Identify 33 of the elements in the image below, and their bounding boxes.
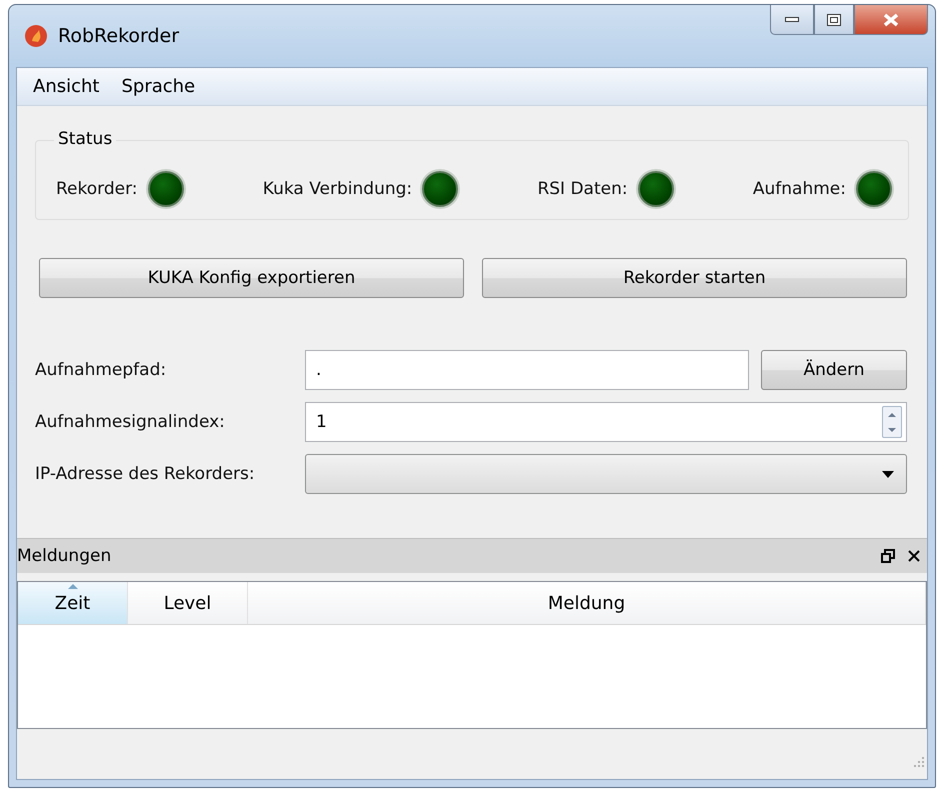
float-icon[interactable] [881,549,895,563]
action-button[interactable]: Rekorder starten [482,258,907,298]
resize-grip-icon[interactable] [914,757,924,767]
maximize-icon [827,14,841,26]
dock-title: Meldungen [17,546,112,566]
column-header[interactable]: Zeit [18,582,128,624]
dropdown-arrow-icon [882,470,894,478]
window-title: RobRekorder [58,25,180,47]
app-icon [24,24,48,48]
menu-item[interactable]: Sprache [113,74,204,99]
index-spinbox[interactable]: 1 [305,402,907,442]
sort-arrow-icon [68,584,78,589]
ip-dropdown[interactable] [305,454,907,494]
column-header[interactable]: Meldung [248,582,926,624]
minimize-button[interactable] [770,5,814,35]
minimize-icon [785,16,799,22]
indicator-label: RSI Daten: [537,179,628,199]
field-label: Aufnahmesignalindex: [35,412,226,432]
path-field[interactable]: . [305,350,749,390]
field-label: Aufnahmepfad: [35,360,168,380]
action-button[interactable]: KUKA Konfig exportieren [39,258,464,298]
spin-arrows-icon[interactable] [882,406,902,438]
close-icon[interactable] [907,549,921,563]
indicator-label: Aufnahme: [752,179,846,199]
maximize-button[interactable] [814,5,854,35]
close-icon [883,12,899,26]
menu-item[interactable]: Ansicht [25,74,108,99]
field-label: IP-Adresse des Rekorders: [35,464,256,484]
indicator-label: Kuka Verbindung: [262,179,412,199]
change-button[interactable]: Ändern [761,350,907,390]
close-button[interactable] [854,5,928,35]
column-header[interactable]: Level [128,582,248,624]
indicator-label: Rekorder: [56,179,138,199]
